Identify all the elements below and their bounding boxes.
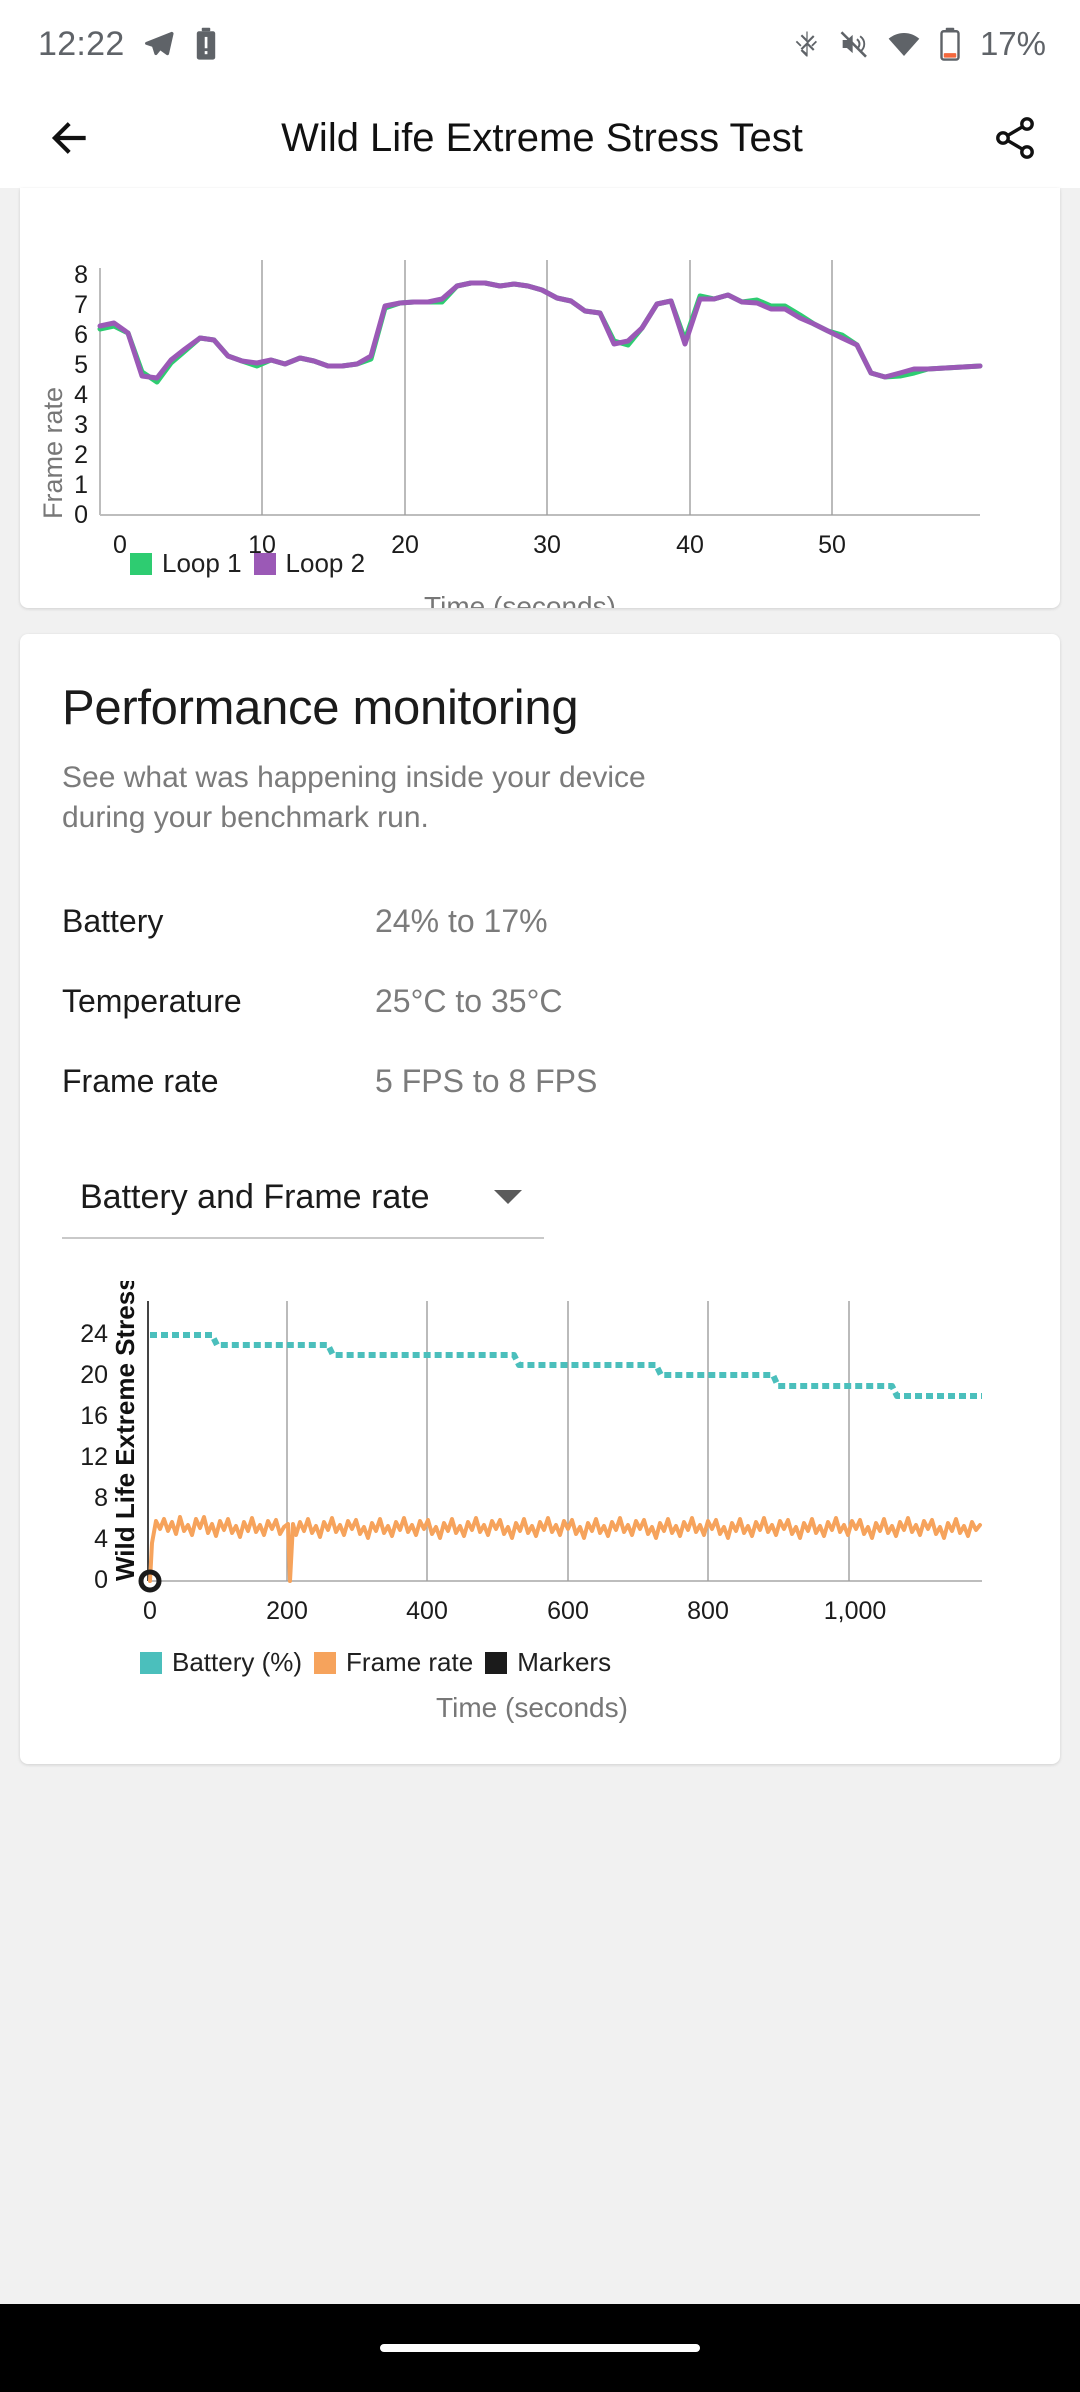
svg-text:16: 16: [80, 1402, 108, 1430]
battery-frame-rate-plot: 24 20 16 12 8 4 0 Wild Life Extreme Stre…: [80, 1281, 982, 1625]
status-bar: 12:22 17%: [0, 0, 1080, 88]
legend-label-battery: Battery (%): [172, 1647, 303, 1678]
back-button[interactable]: [38, 107, 100, 169]
section-subtitle: See what was happening inside your devic…: [62, 761, 646, 834]
card-divider-gap: [20, 608, 1060, 634]
app-bar: Wild Life Extreme Stress Test: [0, 88, 1080, 188]
status-bar-left: 12:22: [38, 25, 219, 64]
home-pill[interactable]: [380, 2344, 700, 2352]
svg-text:400: 400: [406, 1597, 448, 1625]
grid-lines-2: [286, 1301, 850, 1582]
series-frame-rate: [148, 1515, 982, 1584]
chart2-x-axis-title: Time (seconds): [436, 1692, 628, 1724]
legend-swatch-markers: [485, 1651, 508, 1674]
svg-text:0: 0: [74, 501, 88, 529]
legend-item-battery[interactable]: Battery (%): [140, 1647, 302, 1678]
svg-text:12: 12: [80, 1443, 108, 1471]
stat-label-battery: Battery: [62, 902, 164, 939]
page-title: Wild Life Extreme Stress Test: [281, 115, 803, 160]
scroll-content[interactable]: 8 7 6 5 4 3 2 1 0 Frame rate 0 10 20 30 …: [0, 188, 1080, 2304]
chevron-down-icon: [494, 1190, 522, 1205]
stat-value-frame-rate: 5 FPS to 8 FPS: [375, 1062, 598, 1099]
stat-label-temperature: Temperature: [62, 982, 242, 1019]
battery-alert-icon: [193, 27, 219, 61]
svg-text:6: 6: [74, 321, 88, 349]
legend-label-markers: Markers: [517, 1647, 612, 1678]
svg-text:30: 30: [533, 531, 561, 559]
mute-icon: [838, 27, 870, 61]
chart1-legend: Loop 1 Loop 2: [130, 548, 365, 579]
status-bar-right: 17%: [792, 25, 1046, 63]
metric-select[interactable]: Battery and Frame rate: [62, 1157, 544, 1240]
share-button[interactable]: [984, 107, 1046, 169]
stat-row-frame-rate: Frame rate 5 FPS to 8 FPS: [62, 1041, 1018, 1121]
svg-text:20: 20: [80, 1361, 108, 1389]
y-axis-label-2: Wild Life Extreme Stress Test: [110, 1281, 140, 1581]
stat-row-battery: Battery 24% to 17%: [62, 881, 1018, 961]
svg-text:200: 200: [266, 1597, 308, 1625]
legend-item-markers[interactable]: Markers: [485, 1647, 611, 1678]
svg-text:1,000: 1,000: [824, 1597, 887, 1625]
legend-item-loop-2[interactable]: Loop 2: [253, 548, 366, 579]
legend-label-frame-rate: Frame rate: [346, 1647, 474, 1678]
series-battery: [150, 1332, 982, 1400]
svg-text:40: 40: [676, 531, 704, 559]
stat-row-temperature: Temperature 25°C to 35°C: [62, 961, 1018, 1041]
legend-swatch-frame-rate: [314, 1651, 337, 1674]
wifi-icon: [886, 27, 922, 61]
series-loop-2: [97, 280, 983, 381]
y-axis-ticks-2: 24 20 16 12 8 4 0: [80, 1320, 108, 1594]
svg-text:20: 20: [391, 531, 419, 559]
y-axis-ticks: 8 7 6 5 4 3 2 1 0: [74, 261, 88, 529]
share-icon: [996, 117, 1034, 159]
svg-text:8: 8: [94, 1484, 108, 1512]
stat-value-battery: 24% to 17%: [375, 902, 548, 939]
chart2-legend: Battery (%) Frame rate Markers: [62, 1647, 1018, 1678]
svg-text:50: 50: [818, 531, 846, 559]
stat-value-temperature: 25°C to 35°C: [375, 982, 563, 1019]
svg-text:24: 24: [80, 1320, 108, 1348]
system-navigation-bar: [0, 2304, 1080, 2392]
legend-swatch-battery: [140, 1651, 162, 1674]
frame-rate-chart-card: 8 7 6 5 4 3 2 1 0 Frame rate 0 10 20 30 …: [20, 188, 1060, 608]
legend-item-frame-rate[interactable]: Frame rate: [314, 1647, 473, 1678]
metric-select-value: Battery and Frame rate: [80, 1177, 430, 1216]
svg-text:7: 7: [74, 291, 88, 319]
legend-swatch-loop-1: [130, 552, 152, 575]
frame-rate-loops-chart[interactable]: 8 7 6 5 4 3 2 1 0 Frame rate 0 10 20 30 …: [20, 188, 1060, 608]
back-arrow-icon: [51, 122, 86, 154]
svg-text:1: 1: [74, 471, 88, 499]
y-axis-label: Frame rate: [38, 387, 68, 519]
bluetooth-icon: [792, 27, 822, 61]
legend-item-loop-1[interactable]: Loop 1: [130, 548, 242, 579]
svg-text:800: 800: [687, 1597, 729, 1625]
frame-rate-loops-plot: 8 7 6 5 4 3 2 1 0 Frame rate 0 10 20 30 …: [38, 260, 983, 559]
svg-text:5: 5: [74, 351, 88, 379]
battery-frame-rate-chart[interactable]: 24 20 16 12 8 4 0 Wild Life Extreme Stre…: [62, 1281, 1018, 1724]
chart1-x-axis-title: Time (seconds): [424, 591, 616, 608]
legend-swatch-loop-2: [253, 552, 276, 575]
grid-lines: [261, 260, 833, 515]
stat-label-frame-rate: Frame rate: [62, 1062, 219, 1099]
section-title: Performance monitoring: [62, 681, 579, 735]
svg-text:0: 0: [143, 1597, 157, 1625]
svg-text:2: 2: [74, 441, 88, 469]
svg-text:0: 0: [113, 531, 127, 559]
legend-label-loop-2: Loop 2: [285, 548, 366, 578]
svg-text:600: 600: [547, 1597, 589, 1625]
svg-text:0: 0: [94, 1566, 108, 1594]
svg-text:4: 4: [94, 1525, 108, 1553]
svg-text:4: 4: [74, 381, 88, 409]
performance-monitoring-card: Performance monitoring See what was happ…: [20, 634, 1060, 1765]
x-axis-ticks-2: 0 200 400 600 800 1,000: [143, 1597, 886, 1625]
legend-label-loop-1: Loop 1: [162, 548, 242, 578]
status-clock: 12:22: [38, 24, 125, 63]
svg-text:3: 3: [74, 411, 88, 439]
battery-icon: [938, 27, 962, 61]
svg-text:8: 8: [74, 261, 88, 289]
battery-percent-label: 17%: [979, 25, 1046, 62]
series-loop-1: [97, 280, 983, 385]
telegram-icon: [142, 27, 176, 61]
